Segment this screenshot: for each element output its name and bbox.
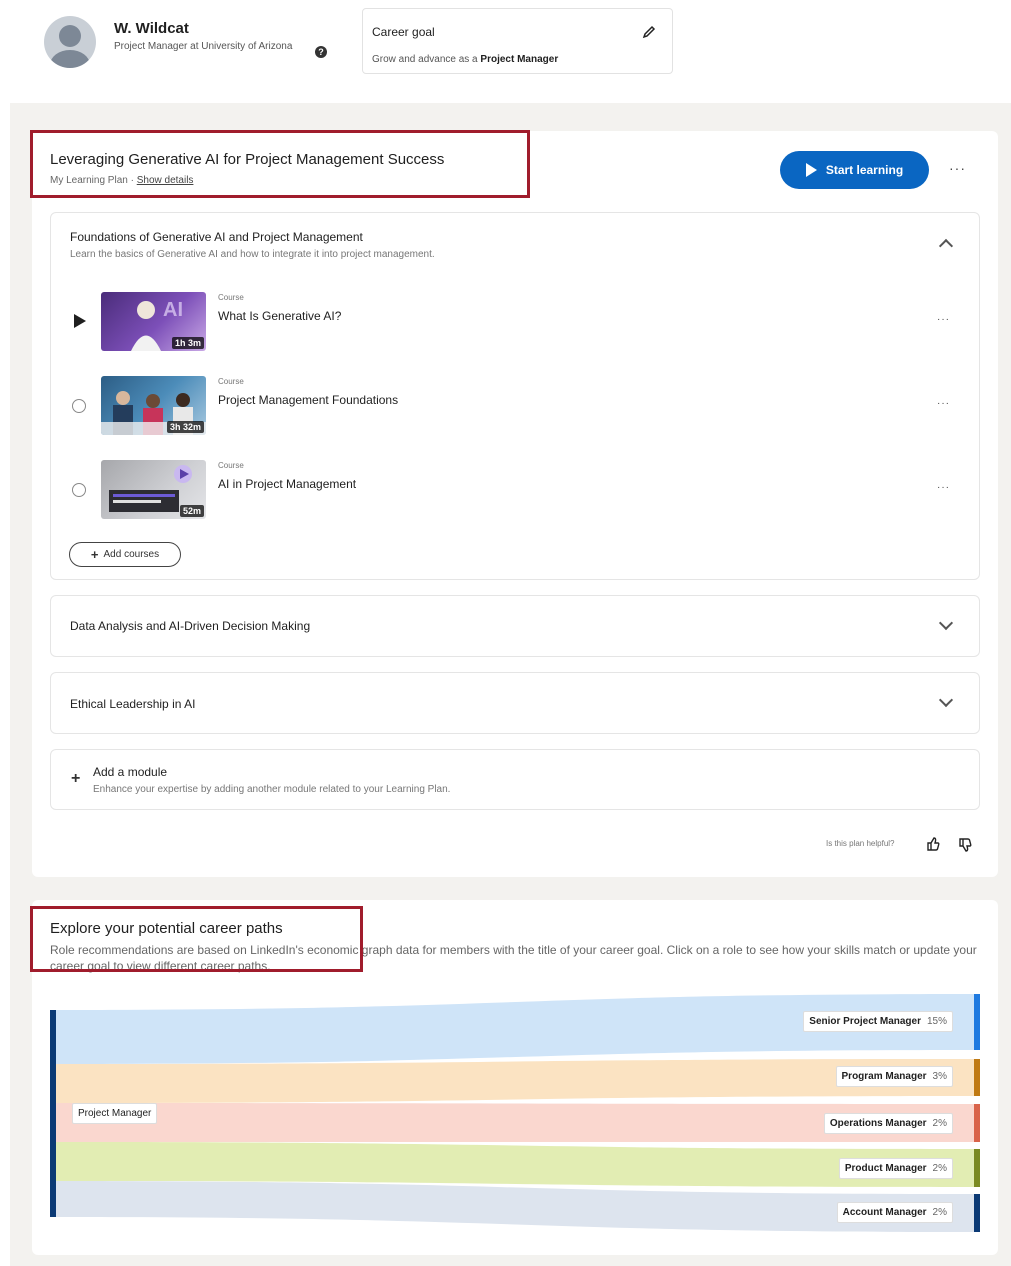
target-node-bar[interactable]: [974, 1194, 980, 1232]
career-flow-band[interactable]: [56, 1142, 974, 1187]
source-node-bar[interactable]: [50, 1010, 56, 1217]
target-node-label[interactable]: Operations Manager 2%: [823, 1113, 953, 1134]
source-role-name: Project Manager: [78, 1108, 152, 1119]
target-node-label[interactable]: Account Manager 2%: [836, 1202, 953, 1223]
target-role-percent: 3%: [932, 1071, 947, 1082]
target-node-label[interactable]: Program Manager 3%: [835, 1066, 953, 1087]
target-role-percent: 2%: [932, 1163, 947, 1174]
target-node-bar[interactable]: [974, 1059, 980, 1096]
target-node-label[interactable]: Product Manager 2%: [838, 1158, 953, 1179]
target-node-bar[interactable]: [974, 1104, 980, 1142]
target-role-percent: 2%: [932, 1118, 947, 1129]
target-role-percent: 2%: [932, 1207, 947, 1218]
target-role-name: Operations Manager: [829, 1118, 927, 1129]
target-role-percent: 15%: [926, 1016, 947, 1027]
source-node-label[interactable]: Project Manager: [72, 1103, 158, 1124]
target-node-bar[interactable]: [974, 994, 980, 1050]
target-role-name: Program Manager: [841, 1071, 927, 1082]
target-node-bar[interactable]: [974, 1149, 980, 1187]
target-role-name: Product Manager: [844, 1163, 927, 1174]
target-role-name: Senior Project Manager: [809, 1016, 921, 1027]
target-role-name: Account Manager: [842, 1207, 927, 1218]
career-title-highlight: [30, 906, 363, 972]
target-node-label[interactable]: Senior Project Manager 15%: [803, 1011, 953, 1032]
